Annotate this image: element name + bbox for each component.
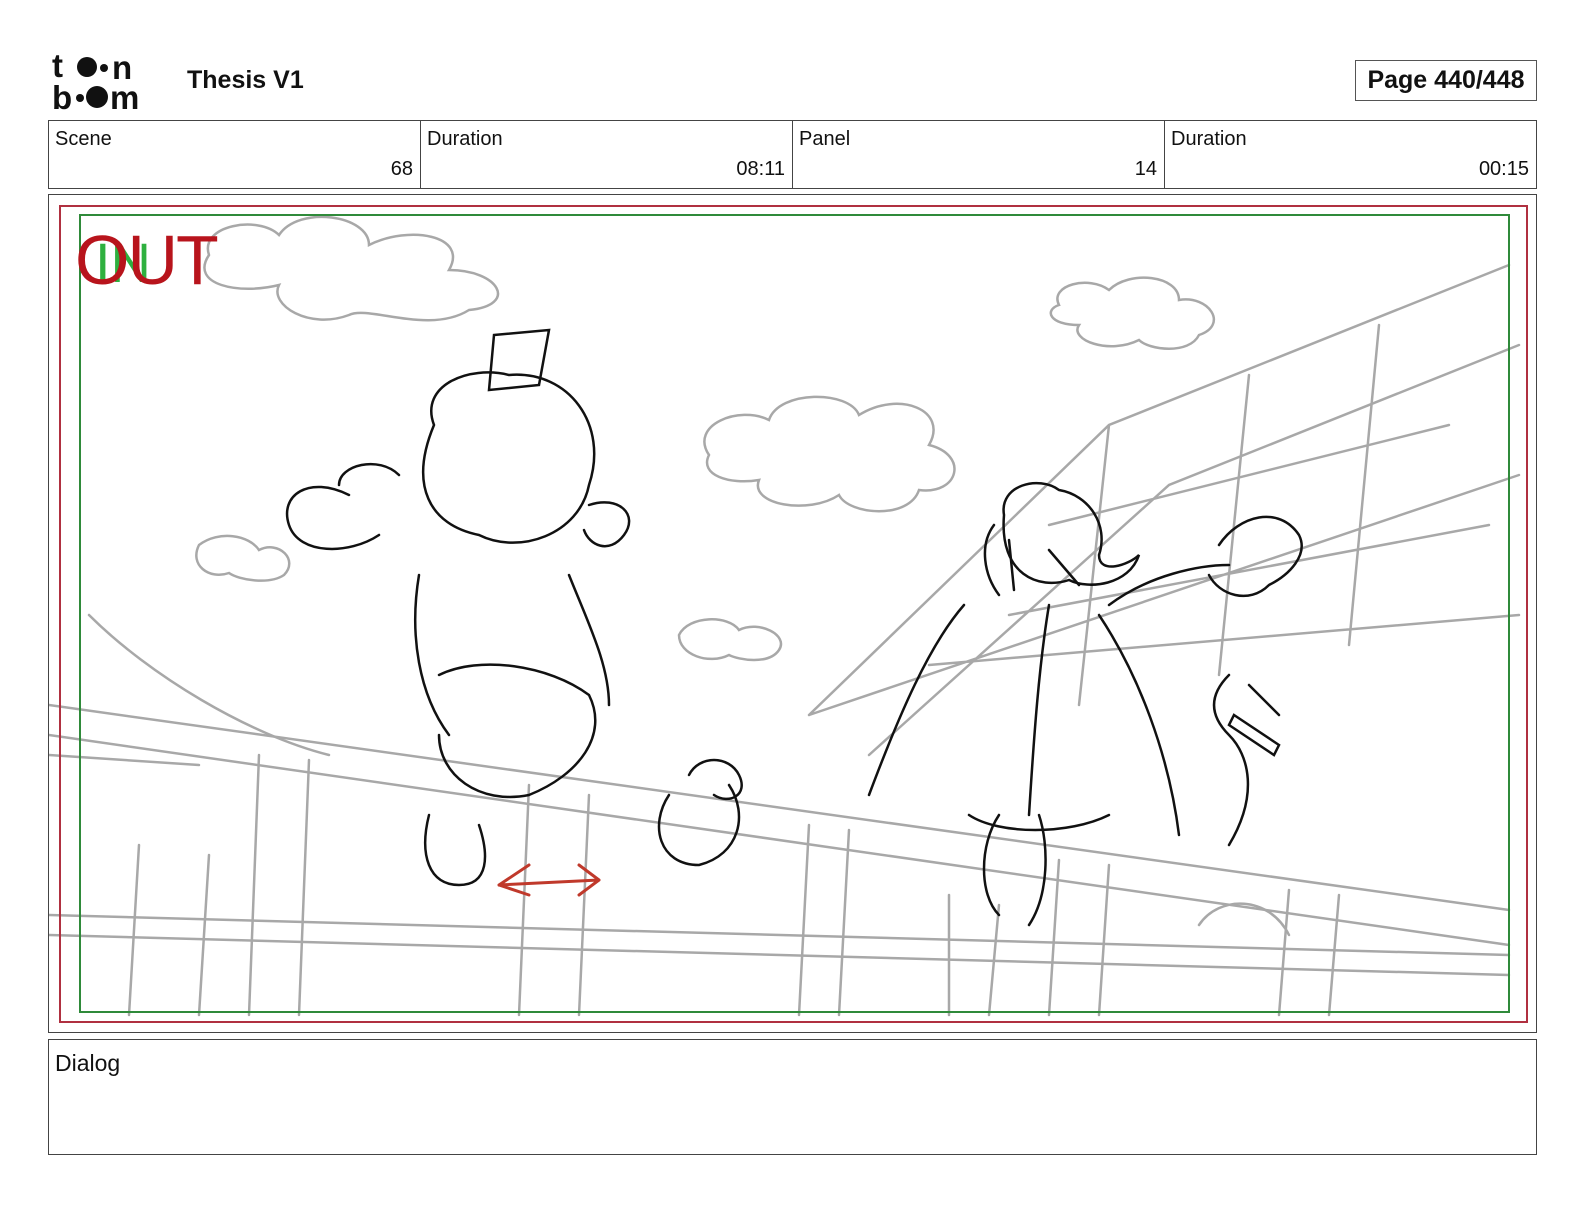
scene-cell: Scene 68 <box>49 121 421 188</box>
toonboom-logo: t n b m <box>52 47 164 116</box>
project-title: Thesis V1 <box>187 66 304 94</box>
scene-duration-value: 08:11 <box>736 158 785 180</box>
svg-text:b: b <box>52 79 72 112</box>
panel-cell: Panel 14 <box>793 121 1165 188</box>
panel-duration-value: 00:15 <box>1478 158 1529 180</box>
safe-area-out-label: OUT <box>75 221 219 299</box>
panel-info-table: Scene 68 Duration 08:11 Panel 14 Duratio… <box>48 120 1537 189</box>
scene-value: 68 <box>390 158 413 180</box>
safe-area-in-frame <box>79 214 1510 1013</box>
scene-label: Scene <box>55 128 112 150</box>
panel-duration-label: Duration <box>1171 128 1247 150</box>
panel-value: 14 <box>1134 158 1157 180</box>
scene-duration-label: Duration <box>427 128 503 150</box>
dialog-label: Dialog <box>55 1050 121 1076</box>
panel-duration-cell: Duration 00:15 <box>1165 121 1536 188</box>
storyboard-panel: IN OUT <box>48 194 1537 1033</box>
scene-duration-cell: Duration 08:11 <box>421 121 793 188</box>
panel-label: Panel <box>799 128 851 150</box>
page-number: Page 440/448 <box>1355 60 1537 101</box>
svg-text:m: m <box>110 79 139 112</box>
dialog-box: Dialog <box>48 1039 1537 1155</box>
